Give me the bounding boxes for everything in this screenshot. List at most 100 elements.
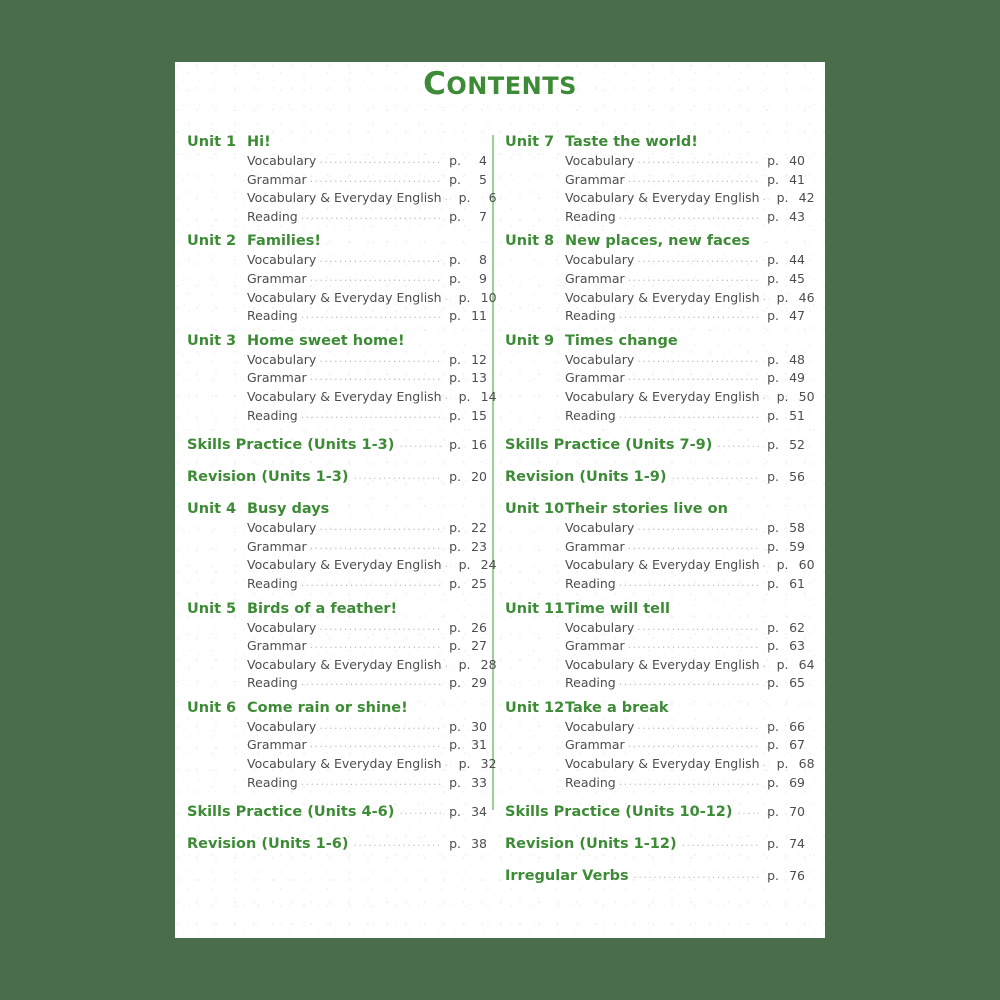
unit-section-row[interactable]: Reading.................................…: [187, 208, 487, 227]
section-entry-row[interactable]: Revision (Units 1-9)....................…: [505, 467, 805, 488]
unit-heading[interactable]: Unit 12 Take a break: [505, 698, 805, 718]
unit-section-row[interactable]: Vocabulary & Everyday English...........…: [187, 388, 497, 407]
unit-section-row[interactable]: Reading.................................…: [505, 774, 805, 793]
page-number-label: 65: [789, 675, 805, 691]
dot-leader: ........................................…: [618, 308, 759, 322]
dot-leader: ........................................…: [319, 252, 442, 266]
unit-section-row[interactable]: Vocabulary & Everyday English...........…: [505, 289, 815, 308]
unit-heading[interactable]: Unit 5 Birds of a feather!: [187, 599, 487, 619]
page-marker-label: p.: [449, 804, 461, 820]
unit-section-row[interactable]: Grammar.................................…: [505, 369, 805, 388]
unit-heading[interactable]: Unit 1 Hi!: [187, 132, 487, 152]
section-name-label: Grammar: [247, 171, 307, 187]
unit-section-row[interactable]: Vocabulary..............................…: [187, 619, 487, 638]
unit-section-row[interactable]: Vocabulary..............................…: [505, 351, 805, 370]
unit-heading[interactable]: Unit 6 Come rain or shine!: [187, 698, 487, 718]
unit-section-row[interactable]: Vocabulary & Everyday English...........…: [187, 556, 497, 575]
dot-leader: ........................................…: [399, 437, 441, 451]
unit-section-row[interactable]: Reading.................................…: [505, 307, 805, 326]
page-marker-label: p.: [449, 638, 461, 654]
unit-section-row[interactable]: Vocabulary & Everyday English...........…: [505, 656, 815, 675]
unit-section-row[interactable]: Reading.................................…: [505, 575, 805, 594]
unit-section-row[interactable]: Vocabulary..............................…: [505, 718, 805, 737]
page-marker-label: p.: [767, 675, 779, 691]
section-entry-row[interactable]: Skills Practice (Units 10-12)...........…: [505, 802, 805, 823]
unit-section-row[interactable]: Grammar.................................…: [187, 369, 487, 388]
page-number-label: 20: [471, 469, 487, 485]
unit-section-row[interactable]: Grammar.................................…: [505, 538, 805, 557]
unit-section-row[interactable]: Reading.................................…: [505, 208, 805, 227]
unit-section-row[interactable]: Reading.................................…: [505, 674, 805, 693]
unit-section-row[interactable]: Vocabulary & Everyday English...........…: [505, 388, 815, 407]
unit-section-row[interactable]: Reading.................................…: [187, 774, 487, 793]
unit-section-row[interactable]: Grammar.................................…: [505, 637, 805, 656]
unit-section-row[interactable]: Vocabulary & Everyday English...........…: [187, 755, 497, 774]
unit-section-row[interactable]: Vocabulary..............................…: [187, 152, 487, 171]
section-name-label: Vocabulary & Everyday English: [565, 557, 760, 573]
unit-number-label: Unit 3: [187, 332, 237, 349]
unit-section-row[interactable]: Vocabulary..............................…: [505, 251, 805, 270]
dot-leader: ........................................…: [300, 407, 441, 421]
unit-section-row[interactable]: Vocabulary & Everyday English...........…: [187, 656, 497, 675]
page-number-label: 9: [479, 270, 487, 286]
unit-block: Unit 8 New places, new faces Vocabulary...…: [505, 231, 815, 326]
unit-heading[interactable]: Unit 11 Time will tell: [505, 599, 805, 619]
unit-heading[interactable]: Unit 9 Times change: [505, 331, 805, 351]
unit-section-row[interactable]: Grammar.................................…: [187, 637, 487, 656]
section-entry-row[interactable]: Revision (Units 1-6)....................…: [187, 834, 487, 855]
unit-heading[interactable]: Unit 8 New places, new faces: [505, 231, 805, 251]
unit-heading[interactable]: Unit 10 Their stories live on: [505, 499, 805, 519]
section-entry-label: Skills Practice (Units 1-3): [187, 437, 395, 454]
unit-title-label: Come rain or shine!: [247, 699, 408, 716]
page-marker-label: p.: [767, 171, 779, 187]
unit-section-row[interactable]: Vocabulary..............................…: [187, 519, 487, 538]
dot-leader: ........................................…: [300, 675, 441, 689]
section-entry-row[interactable]: Irregular Verbs.........................…: [505, 866, 805, 887]
unit-section-row[interactable]: Vocabulary & Everyday English...........…: [505, 189, 815, 208]
page-number-label: 24: [480, 557, 497, 573]
unit-section-row[interactable]: Grammar.................................…: [505, 171, 805, 190]
section-entry-row[interactable]: Skills Practice (Units 1-3).............…: [187, 435, 487, 456]
section-entry-row[interactable]: Skills Practice (Units 7-9).............…: [505, 435, 805, 456]
unit-section-row[interactable]: Vocabulary..............................…: [187, 251, 487, 270]
page-number-label: 41: [789, 171, 805, 187]
dot-leader: ........................................…: [319, 153, 442, 166]
dot-leader: ........................................…: [637, 619, 760, 633]
unit-section-row[interactable]: Vocabulary & Everyday English...........…: [187, 189, 497, 208]
unit-section-row[interactable]: Vocabulary & Everyday English...........…: [505, 755, 815, 774]
dot-leader: ........................................…: [309, 538, 441, 552]
unit-section-row[interactable]: Grammar.................................…: [505, 270, 805, 289]
unit-section-row[interactable]: Vocabulary..............................…: [187, 718, 487, 737]
unit-section-row[interactable]: Grammar.................................…: [187, 736, 487, 755]
unit-section-row[interactable]: Vocabulary & Everyday English...........…: [505, 556, 815, 575]
unit-section-row[interactable]: Grammar.................................…: [187, 270, 487, 289]
dot-leader: ........................................…: [309, 370, 441, 384]
dot-leader: ........................................…: [444, 756, 451, 770]
section-entry-row[interactable]: Revision (Units 1-12)...................…: [505, 834, 805, 855]
page-number-label: 40: [789, 153, 805, 168]
unit-section-row[interactable]: Vocabulary & Everyday English...........…: [187, 289, 497, 308]
unit-section-row[interactable]: Reading.................................…: [187, 407, 487, 426]
page-marker-label: p.: [449, 718, 461, 734]
dot-leader: ........................................…: [618, 774, 759, 788]
unit-section-row[interactable]: Grammar.................................…: [187, 171, 487, 190]
unit-section-row[interactable]: Grammar.................................…: [187, 538, 487, 557]
unit-section-row[interactable]: Vocabulary..............................…: [505, 619, 805, 638]
page-number-label: 23: [471, 538, 487, 554]
unit-section-row[interactable]: Vocabulary..............................…: [505, 519, 805, 538]
unit-heading[interactable]: Unit 2 Families!: [187, 231, 487, 251]
unit-heading[interactable]: Unit 4 Busy days: [187, 499, 487, 519]
page-marker-label: p.: [458, 388, 471, 404]
section-entry-row[interactable]: Revision (Units 1-3)....................…: [187, 467, 487, 488]
unit-section-row[interactable]: Reading.................................…: [187, 674, 487, 693]
unit-section-row[interactable]: Grammar.................................…: [505, 736, 805, 755]
section-entry-row[interactable]: Skills Practice (Units 4-6).............…: [187, 802, 487, 823]
unit-section-row[interactable]: Reading.................................…: [187, 575, 487, 594]
dot-leader: ........................................…: [737, 804, 760, 818]
unit-heading[interactable]: Unit 3 Home sweet home!: [187, 331, 487, 351]
unit-section-row[interactable]: Reading.................................…: [187, 307, 487, 326]
unit-section-row[interactable]: Vocabulary..............................…: [187, 351, 487, 370]
unit-section-row[interactable]: Vocabulary..............................…: [505, 152, 805, 171]
unit-section-row[interactable]: Reading.................................…: [505, 407, 805, 426]
unit-heading[interactable]: Unit 7 Taste the world!: [505, 132, 805, 152]
